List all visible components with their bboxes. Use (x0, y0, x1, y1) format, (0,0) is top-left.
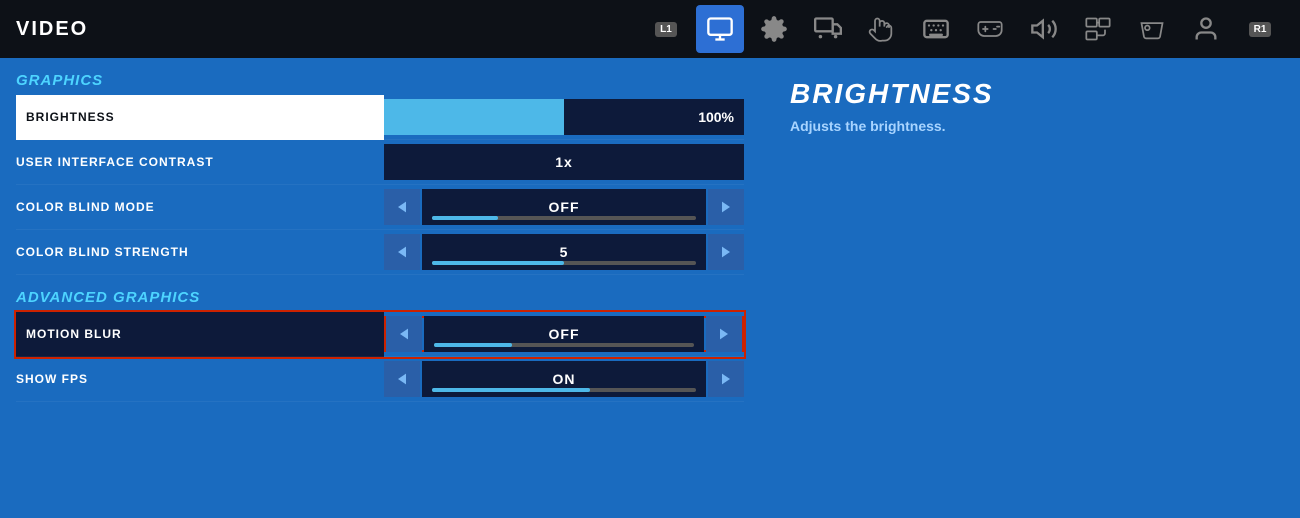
color-blind-strength-right-btn[interactable] (708, 234, 744, 270)
show-fps-control: ON (384, 357, 744, 402)
left-panel: GRAPHICS BRIGHTNESS 100% USER INTERFACE … (0, 58, 760, 518)
color-blind-mode-right-btn[interactable] (708, 189, 744, 225)
color-blind-mode-arrow-control: OFF (384, 189, 744, 225)
nav-r1-badge[interactable]: R1 (1236, 5, 1284, 53)
nav-display-icon[interactable] (804, 5, 852, 53)
right-panel-title: BRIGHTNESS (790, 78, 1270, 110)
nav-monitor-icon[interactable] (696, 5, 744, 53)
chevron-right-icon (718, 199, 734, 215)
ui-contrast-value: 1x (384, 144, 744, 180)
color-blind-mode-value: OFF (549, 199, 580, 215)
show-fps-label: SHOW FPS (16, 357, 384, 402)
color-blind-strength-progress (432, 261, 696, 265)
color-blind-mode-label: COLOR BLIND MODE (16, 185, 384, 230)
motion-blur-value: OFF (549, 326, 580, 342)
show-fps-arrow-control: ON (384, 361, 744, 397)
nav-touch-icon[interactable] (858, 5, 906, 53)
brightness-label: BRIGHTNESS (16, 95, 384, 140)
show-fps-value: ON (553, 371, 576, 387)
motion-blur-control: OFF (384, 312, 744, 357)
color-blind-mode-control: OFF (384, 185, 744, 230)
nav-share-icon[interactable] (1074, 5, 1122, 53)
brightness-control: 100% (384, 95, 744, 140)
top-bar: VIDEO L1 (0, 0, 1300, 58)
show-fps-value-wrap: ON (422, 361, 706, 397)
chevron-left-icon-3 (396, 326, 412, 342)
brightness-fill (384, 99, 564, 135)
motion-blur-progress (434, 343, 694, 347)
keyboard-svg (922, 15, 950, 43)
nav-profile-icon[interactable] (1182, 5, 1230, 53)
motion-blur-right-btn[interactable] (706, 316, 742, 352)
chevron-left-icon-2 (394, 244, 410, 260)
profile-svg (1192, 15, 1220, 43)
controller-svg (976, 15, 1004, 43)
chevron-right-icon-3 (716, 326, 732, 342)
show-fps-progress (432, 388, 696, 392)
color-blind-strength-label: COLOR BLIND STRENGTH (16, 230, 384, 275)
right-panel-description: Adjusts the brightness. (790, 118, 1270, 134)
color-blind-strength-row: COLOR BLIND STRENGTH 5 (16, 230, 744, 275)
color-blind-mode-left-btn[interactable] (384, 189, 420, 225)
color-blind-strength-value-wrap: 5 (422, 234, 706, 270)
brightness-row: BRIGHTNESS 100% (16, 95, 744, 140)
touch-svg (868, 15, 896, 43)
ui-contrast-label: USER INTERFACE CONTRAST (16, 140, 384, 185)
motion-blur-arrow-control: OFF (384, 316, 744, 352)
brightness-value: 100% (698, 109, 734, 125)
audio-svg (1030, 15, 1058, 43)
chevron-left-icon (394, 199, 410, 215)
motion-blur-label: MOTION BLUR (16, 312, 384, 357)
graphics-settings-table: BRIGHTNESS 100% USER INTERFACE CONTRAST … (16, 95, 744, 275)
nav-gamepad-icon[interactable] (1128, 5, 1176, 53)
graphics-section-title: GRAPHICS (16, 72, 744, 89)
color-blind-mode-progress-fill (432, 216, 498, 220)
advanced-graphics-section-title: ADVANCED GRAPHICS (16, 289, 744, 306)
share-svg (1084, 15, 1112, 43)
motion-blur-progress-fill (434, 343, 512, 347)
brightness-bar[interactable]: 100% (384, 99, 744, 135)
color-blind-strength-value: 5 (560, 244, 569, 260)
color-blind-mode-progress (432, 216, 696, 220)
nav-icons: L1 (642, 5, 1284, 53)
main-content: GRAPHICS BRIGHTNESS 100% USER INTERFACE … (0, 58, 1300, 518)
show-fps-left-btn[interactable] (384, 361, 420, 397)
right-panel: BRIGHTNESS Adjusts the brightness. (760, 58, 1300, 518)
chevron-right-icon-4 (718, 371, 734, 387)
motion-blur-value-wrap: OFF (424, 316, 704, 352)
gear-svg (760, 15, 788, 43)
color-blind-strength-control: 5 (384, 230, 744, 275)
color-blind-mode-row: COLOR BLIND MODE OFF (16, 185, 744, 230)
nav-gear-icon[interactable] (750, 5, 798, 53)
ui-contrast-row: USER INTERFACE CONTRAST 1x (16, 140, 744, 185)
monitor-svg (706, 15, 734, 43)
l1-label: L1 (655, 22, 677, 37)
display-svg (814, 15, 842, 43)
color-blind-strength-arrow-control: 5 (384, 234, 744, 270)
nav-l1-badge[interactable]: L1 (642, 5, 690, 53)
color-blind-strength-progress-fill (432, 261, 564, 265)
show-fps-right-btn[interactable] (708, 361, 744, 397)
motion-blur-left-btn[interactable] (386, 316, 422, 352)
color-blind-mode-value-wrap: OFF (422, 189, 706, 225)
motion-blur-row: MOTION BLUR OFF (16, 312, 744, 357)
advanced-graphics-settings-table: MOTION BLUR OFF (16, 312, 744, 402)
ui-contrast-control: 1x (384, 140, 744, 185)
page-title: VIDEO (16, 18, 88, 41)
show-fps-row: SHOW FPS ON (16, 357, 744, 402)
r1-label: R1 (1249, 22, 1272, 37)
nav-keyboard-icon[interactable] (912, 5, 960, 53)
gamepad-svg (1138, 15, 1166, 43)
chevron-left-icon-4 (394, 371, 410, 387)
chevron-right-icon-2 (718, 244, 734, 260)
show-fps-progress-fill (432, 388, 590, 392)
color-blind-strength-left-btn[interactable] (384, 234, 420, 270)
nav-audio-icon[interactable] (1020, 5, 1068, 53)
nav-controller-icon[interactable] (966, 5, 1014, 53)
